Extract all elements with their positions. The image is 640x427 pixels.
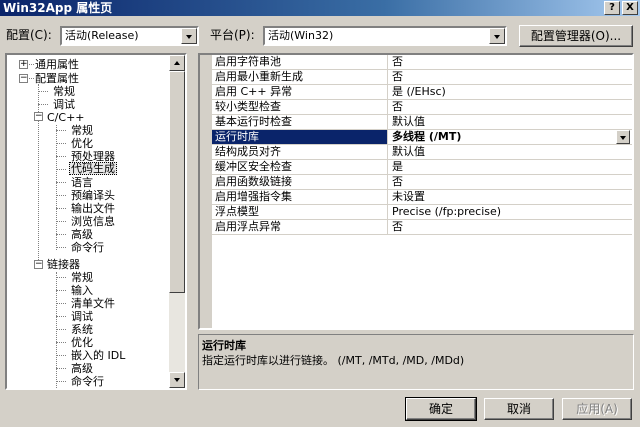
table-row[interactable]: 启用 C++ 异常是 (/EHsc) bbox=[212, 85, 632, 100]
property-value[interactable]: 否 bbox=[389, 175, 632, 189]
description-title: 运行时库 bbox=[202, 339, 246, 352]
table-row[interactable]: 缓冲区安全检查是 bbox=[212, 160, 632, 175]
table-row[interactable]: 启用浮点异常否 bbox=[212, 220, 632, 235]
tree-item-linker-system[interactable]: 系统 bbox=[71, 323, 93, 336]
tree-item-linker-debug[interactable]: 调试 bbox=[71, 310, 93, 323]
expand-icon[interactable]: + bbox=[19, 60, 28, 69]
tree-item-linker[interactable]: 链接器 bbox=[47, 258, 80, 271]
tree-item-cpp-language[interactable]: 语言 bbox=[71, 176, 93, 189]
scroll-thumb[interactable] bbox=[169, 71, 185, 293]
tree-content: + 通用属性 − 配置属性 常规 调试 − C/C++ 常规 优化 预处理器 代… bbox=[7, 55, 171, 388]
property-name: 启用字符串池 bbox=[212, 55, 388, 69]
collapse-icon[interactable]: − bbox=[34, 260, 43, 269]
table-row[interactable]: 基本运行时检查 默认值 bbox=[212, 115, 632, 130]
tree-item-cpp-cmdline[interactable]: 命令行 bbox=[71, 241, 104, 254]
tree-item-config-props[interactable]: 配置属性 bbox=[35, 72, 79, 85]
property-name: 启用函数级链接 bbox=[212, 175, 388, 189]
tree-item-cpp-output[interactable]: 输出文件 bbox=[71, 202, 115, 215]
table-row[interactable]: 浮点模型 Precise (/fp:precise) bbox=[212, 205, 632, 220]
property-tree[interactable]: + 通用属性 − 配置属性 常规 调试 − C/C++ 常规 优化 预处理器 代… bbox=[5, 53, 187, 390]
chevron-down-icon[interactable] bbox=[616, 130, 630, 144]
tree-item-cpp-advanced[interactable]: 高级 bbox=[71, 228, 93, 241]
config-manager-button[interactable]: 配置管理器(O)... bbox=[519, 25, 633, 47]
description-text: 指定运行时库以进行链接。 (/MT, /MTd, /MD, /MDd) bbox=[202, 354, 465, 367]
tree-item-cpp-codegen[interactable]: 代码生成 bbox=[69, 162, 117, 175]
property-value[interactable]: 否 bbox=[389, 70, 632, 84]
tree-item-cpp-pch[interactable]: 预编译头 bbox=[71, 189, 115, 202]
tree-item-linker-regular[interactable]: 常规 bbox=[71, 271, 93, 284]
config-select-value: 活动(Release) bbox=[65, 29, 139, 42]
property-name: 启用增强指令集 bbox=[212, 190, 388, 204]
platform-label: 平台(P): bbox=[210, 28, 255, 42]
tree-item-general[interactable]: 通用属性 bbox=[35, 58, 79, 71]
collapse-icon[interactable]: − bbox=[19, 74, 28, 83]
ok-button[interactable]: 确定 bbox=[405, 397, 477, 421]
tree-item-linker-advanced[interactable]: 高级 bbox=[71, 362, 93, 375]
property-name: 基本运行时检查 bbox=[212, 115, 388, 129]
property-name: 启用 C++ 异常 bbox=[212, 85, 388, 99]
property-value[interactable]: 是 bbox=[389, 160, 632, 174]
property-value[interactable]: 多线程 (/MT) bbox=[389, 130, 632, 144]
table-row[interactable]: 启用字符串池否 bbox=[212, 55, 632, 70]
property-value[interactable]: Precise (/fp:precise) bbox=[389, 205, 632, 219]
help-button[interactable]: ? bbox=[604, 1, 620, 15]
table-row[interactable]: 启用增强指令集 未设置 bbox=[212, 190, 632, 205]
table-row[interactable]: 启用函数级链接否 bbox=[212, 175, 632, 190]
tree-item-linker-idl[interactable]: 嵌入的 IDL bbox=[71, 349, 125, 362]
property-name: 缓冲区安全检查 bbox=[212, 160, 388, 174]
property-value[interactable]: 默认值 bbox=[389, 145, 632, 159]
window-title: Win32App 属性页 bbox=[3, 1, 113, 15]
property-name: 浮点模型 bbox=[212, 205, 388, 219]
property-value[interactable]: 否 bbox=[389, 220, 632, 234]
tree-item-cpp-browse[interactable]: 浏览信息 bbox=[71, 215, 115, 228]
property-name: 启用浮点异常 bbox=[212, 220, 388, 234]
grid-gutter bbox=[200, 55, 212, 328]
property-name: 结构成员对齐 bbox=[212, 145, 388, 159]
config-label: 配置(C): bbox=[6, 28, 52, 42]
cancel-button[interactable]: 取消 bbox=[484, 398, 554, 420]
property-value[interactable]: 否 bbox=[389, 55, 632, 69]
chevron-down-icon[interactable] bbox=[181, 28, 197, 44]
collapse-icon[interactable]: − bbox=[34, 112, 43, 121]
table-row[interactable]: 启用最小重新生成否 bbox=[212, 70, 632, 85]
property-grid: 启用字符串池否启用最小重新生成否启用 C++ 异常是 (/EHsc) 较小类型检查… bbox=[198, 53, 634, 330]
description-panel: 运行时库 指定运行时库以进行链接。 (/MT, /MTd, /MD, /MDd) bbox=[198, 334, 634, 390]
property-value[interactable]: 否 bbox=[389, 100, 632, 114]
tree-item-linker-cmdline[interactable]: 命令行 bbox=[71, 375, 104, 388]
scroll-down-icon[interactable] bbox=[169, 372, 185, 388]
tree-item-cpp[interactable]: C/C++ bbox=[47, 111, 85, 124]
table-row[interactable]: 运行时库 多线程 (/MT) bbox=[212, 130, 632, 145]
tree-item-linker-optimize[interactable]: 优化 bbox=[71, 336, 93, 349]
property-value[interactable]: 默认值 bbox=[389, 115, 632, 129]
close-button[interactable]: X bbox=[622, 1, 638, 15]
tree-item-debug[interactable]: 调试 bbox=[53, 98, 75, 111]
config-select[interactable]: 活动(Release) bbox=[60, 26, 199, 46]
tree-item-cpp-optimize[interactable]: 优化 bbox=[71, 137, 93, 150]
title-bar: Win32App 属性页 ? X bbox=[0, 0, 640, 16]
table-row[interactable]: 较小类型检查否 bbox=[212, 100, 632, 115]
property-name: 较小类型检查 bbox=[212, 100, 388, 114]
platform-select-value: 活动(Win32) bbox=[268, 29, 334, 42]
tree-scrollbar[interactable] bbox=[169, 55, 185, 388]
property-name: 启用最小重新生成 bbox=[212, 70, 388, 84]
chevron-down-icon[interactable] bbox=[489, 28, 505, 44]
tree-item-regular[interactable]: 常规 bbox=[53, 85, 75, 98]
apply-button[interactable]: 应用(A) bbox=[562, 398, 632, 420]
property-name: 运行时库 bbox=[212, 130, 388, 144]
property-value[interactable]: 是 (/EHsc) bbox=[389, 85, 632, 99]
tree-item-linker-manifest[interactable]: 清单文件 bbox=[71, 297, 115, 310]
table-row[interactable]: 结构成员对齐 默认值 bbox=[212, 145, 632, 160]
tree-item-linker-input[interactable]: 输入 bbox=[71, 284, 93, 297]
tree-item-cpp-regular[interactable]: 常规 bbox=[71, 124, 93, 137]
scroll-up-icon[interactable] bbox=[169, 55, 185, 71]
property-value[interactable]: 未设置 bbox=[389, 190, 632, 204]
platform-select[interactable]: 活动(Win32) bbox=[263, 26, 507, 46]
